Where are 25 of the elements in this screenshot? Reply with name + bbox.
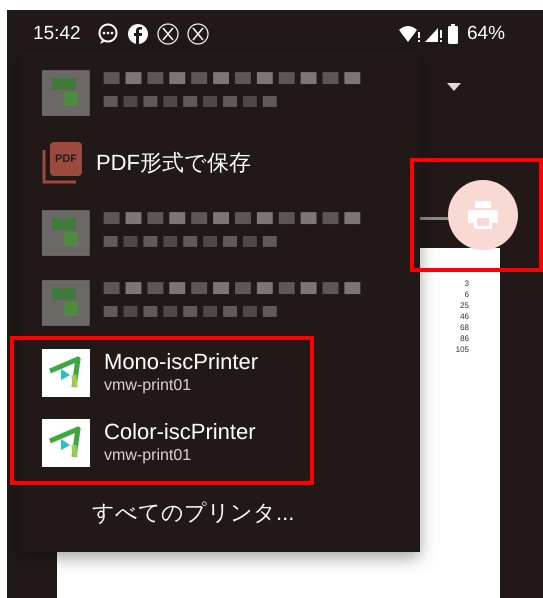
social-app-icon xyxy=(126,23,149,45)
wifi-icon xyxy=(398,25,421,43)
menu-item[interactable]: PDF PDF形式で保存 xyxy=(20,128,420,198)
status-time: 15:42 xyxy=(33,22,81,46)
dropdown-icon[interactable] xyxy=(447,83,461,91)
x-circle-icon xyxy=(156,23,179,45)
battery-icon xyxy=(446,24,459,44)
printer-icon xyxy=(468,201,498,229)
printer-host: vmw-print01 xyxy=(104,376,192,396)
battery-percentage: 64% xyxy=(466,22,505,46)
line-number: 68 xyxy=(459,322,469,333)
line-number: 86 xyxy=(459,333,469,344)
line-number: 46 xyxy=(459,311,469,322)
chat-bubble-icon xyxy=(96,23,119,45)
line-number: 25 xyxy=(459,300,469,311)
all-printers-link[interactable]: すべてのプリンタ... xyxy=(92,500,294,526)
printer-name: Color-iscPrinter xyxy=(104,419,256,446)
printer-host: vmw-print01 xyxy=(104,446,192,466)
line-number: 3 xyxy=(464,278,469,289)
printer-name: Mono-iscPrinter xyxy=(104,349,258,376)
app-logo-icon xyxy=(42,419,90,467)
app-logo-icon xyxy=(42,349,90,397)
line-number: 105 xyxy=(454,344,469,355)
x-circle-icon xyxy=(186,23,209,45)
line-number: 6 xyxy=(464,289,469,300)
